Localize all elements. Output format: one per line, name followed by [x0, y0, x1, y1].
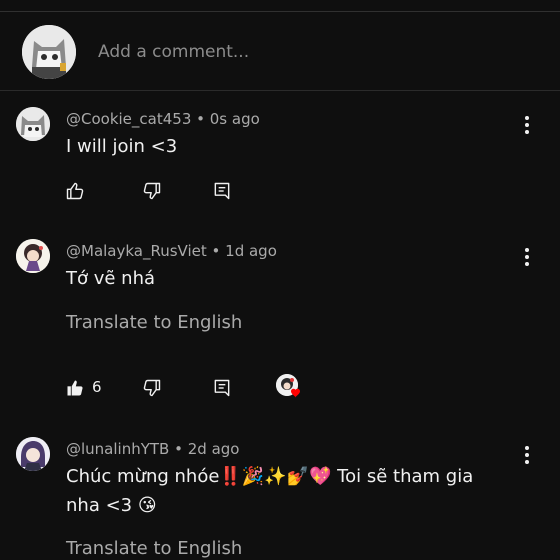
thumbs-up-icon — [67, 380, 83, 396]
comment-author[interactable]: @lunalinhYTB — [66, 440, 169, 458]
comment-meta: @Malayka_RusViet • 1d ago — [66, 242, 277, 260]
comment-meta: @Cookie_cat453 • 0s ago — [66, 110, 260, 128]
comment-text: Chúc mừng nhóe‼️🎉✨💅💖 Toi sẽ tham gia nha… — [66, 462, 506, 520]
comment-author[interactable]: @Malayka_RusViet — [66, 242, 207, 260]
reply-icon — [214, 379, 230, 397]
avatar — [22, 25, 76, 79]
creator-heart — [276, 374, 302, 400]
comment-actions: 6 — [60, 373, 360, 403]
more-button[interactable] — [518, 114, 536, 136]
comment-meta: @lunalinhYTB • 2d ago — [66, 440, 239, 458]
thumbs-down-icon — [143, 182, 161, 200]
like-button[interactable] — [60, 373, 90, 403]
more-vert-icon — [525, 248, 529, 252]
translate-link[interactable]: Translate to English — [66, 538, 242, 559]
avatar[interactable] — [16, 437, 50, 471]
composer-divider — [0, 90, 560, 91]
meta-separator: • — [191, 110, 210, 128]
more-button[interactable] — [518, 246, 536, 268]
like-count: 6 — [92, 378, 102, 396]
reply-button[interactable] — [207, 373, 237, 403]
meta-separator: • — [206, 242, 226, 260]
translate-link[interactable]: Translate to English — [66, 312, 242, 333]
comment-text: Tớ vẽ nhá — [66, 268, 156, 289]
comment-composer: Add a comment... — [0, 12, 560, 90]
comment-time[interactable]: 1d ago — [225, 242, 277, 260]
thumbs-up-icon — [66, 182, 84, 200]
comment-time[interactable]: 2d ago — [188, 440, 240, 458]
comment-time[interactable]: 0s ago — [210, 110, 260, 128]
comment-input[interactable]: Add a comment... — [98, 42, 249, 62]
reply-button[interactable] — [207, 176, 237, 206]
dislike-button[interactable] — [137, 176, 167, 206]
comment-text: I will join <3 — [66, 136, 178, 157]
comment-author[interactable]: @Cookie_cat453 — [66, 110, 191, 128]
more-vert-icon — [525, 446, 529, 450]
like-button[interactable] — [60, 176, 90, 206]
more-button[interactable] — [518, 444, 536, 466]
dislike-button[interactable] — [137, 373, 167, 403]
thumbs-down-icon — [143, 379, 161, 397]
comment-text-line: nha <3 😘 — [66, 495, 157, 516]
meta-separator: • — [169, 440, 188, 458]
more-vert-icon — [525, 116, 529, 120]
avatar[interactable] — [16, 239, 50, 273]
reply-icon — [214, 182, 230, 200]
heart-icon — [291, 388, 300, 398]
comment-actions — [60, 176, 360, 206]
comment-text-line: Chúc mừng nhóe‼️🎉✨💅💖 Toi sẽ tham gia — [66, 466, 474, 487]
avatar[interactable] — [16, 107, 50, 141]
